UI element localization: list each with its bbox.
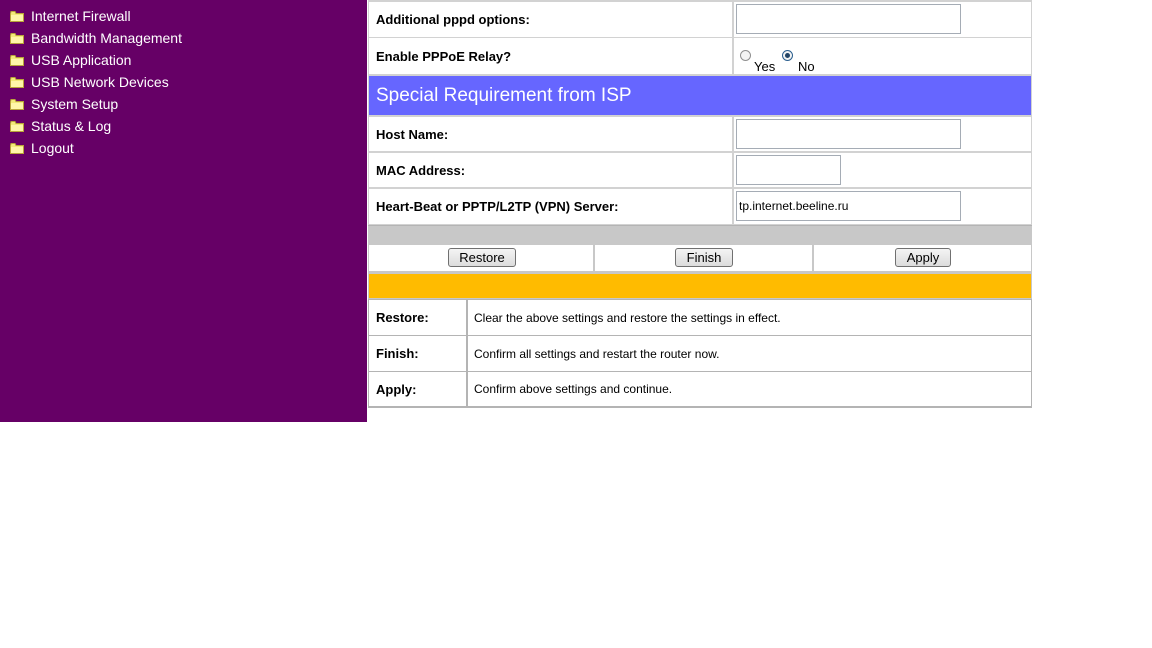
help-term: Finish: bbox=[369, 336, 466, 371]
pppd-options-row: Additional pppd options: bbox=[368, 0, 1032, 38]
sidebar-item-label: Logout bbox=[31, 140, 74, 156]
sidebar-item-logout[interactable]: Logout bbox=[10, 138, 74, 158]
divider-bar bbox=[368, 225, 1032, 244]
sidebar-item-usb-network-devices[interactable]: USB Network Devices bbox=[10, 72, 169, 92]
pppd-options-cell bbox=[734, 2, 1031, 37]
folder-icon bbox=[10, 10, 24, 22]
host-name-cell bbox=[734, 117, 1031, 151]
help-row: Finish: Confirm all settings and restart… bbox=[368, 335, 1032, 372]
vpn-server-row: Heart-Beat or PPTP/L2TP (VPN) Server: bbox=[368, 188, 1032, 225]
sidebar-item-label: Bandwidth Management bbox=[31, 30, 182, 46]
pppd-options-label: Additional pppd options: bbox=[369, 2, 732, 37]
sidebar-item-label: Internet Firewall bbox=[31, 8, 131, 24]
apply-button[interactable]: Apply bbox=[895, 248, 951, 267]
host-name-row: Host Name: bbox=[368, 116, 1032, 152]
mac-address-label: MAC Address: bbox=[369, 153, 732, 187]
pppoe-relay-no-radio[interactable] bbox=[782, 50, 793, 61]
sidebar-item-internet-firewall[interactable]: Internet Firewall bbox=[10, 6, 131, 26]
folder-icon bbox=[10, 98, 24, 110]
sidebar-item-label: Status & Log bbox=[31, 118, 112, 134]
vpn-server-label: Heart-Beat or PPTP/L2TP (VPN) Server: bbox=[369, 189, 732, 224]
isp-section-header: Special Requirement from ISP bbox=[368, 75, 1032, 116]
folder-icon bbox=[10, 120, 24, 132]
sidebar-item-label: System Setup bbox=[31, 96, 119, 112]
pppoe-relay-label: Enable PPPoE Relay? bbox=[369, 38, 732, 74]
help-term: Apply: bbox=[369, 372, 466, 406]
vpn-server-cell bbox=[734, 189, 1031, 224]
restore-button-cell: Restore bbox=[369, 245, 593, 271]
vpn-server-input[interactable] bbox=[736, 191, 961, 221]
sidebar-item-label: USB Network Devices bbox=[31, 74, 169, 90]
finish-button[interactable]: Finish bbox=[675, 248, 733, 267]
pppoe-relay-yes-radio[interactable] bbox=[740, 50, 751, 61]
help-term: Restore: bbox=[369, 300, 466, 335]
sidebar-item-bandwidth-management[interactable]: Bandwidth Management bbox=[10, 28, 182, 48]
host-name-label: Host Name: bbox=[369, 117, 732, 151]
help-row: Restore: Clear the above settings and re… bbox=[368, 299, 1032, 336]
help-description: Confirm all settings and restart the rou… bbox=[468, 336, 1031, 371]
folder-icon bbox=[10, 32, 24, 44]
pppoe-relay-yes-label: Yes bbox=[754, 59, 776, 74]
sidebar-item-usb-application[interactable]: USB Application bbox=[10, 50, 131, 70]
host-name-input[interactable] bbox=[736, 119, 961, 149]
sidebar-item-label: USB Application bbox=[31, 52, 132, 68]
button-row: Restore Finish Apply bbox=[368, 244, 1032, 273]
mac-address-input[interactable] bbox=[736, 155, 841, 185]
mac-address-cell bbox=[734, 153, 1031, 187]
pppoe-relay-row: Enable PPPoE Relay? Yes No bbox=[368, 38, 1032, 75]
pppd-options-input[interactable] bbox=[736, 4, 961, 34]
help-row: Apply: Confirm above settings and contin… bbox=[368, 371, 1032, 408]
help-description: Confirm above settings and continue. bbox=[468, 372, 1031, 406]
restore-button[interactable]: Restore bbox=[448, 248, 516, 267]
help-description: Clear the above settings and restore the… bbox=[468, 300, 1031, 335]
finish-button-cell: Finish bbox=[595, 245, 812, 271]
sidebar-item-status-log[interactable]: Status & Log bbox=[10, 116, 111, 136]
folder-icon bbox=[10, 76, 24, 88]
pppoe-relay-options: Yes No bbox=[734, 38, 1031, 74]
sidebar-menu: Internet Firewall Bandwidth Management U… bbox=[0, 0, 367, 422]
sidebar-item-system-setup[interactable]: System Setup bbox=[10, 94, 118, 114]
folder-icon bbox=[10, 54, 24, 66]
mac-address-row: MAC Address: bbox=[368, 152, 1032, 188]
folder-icon bbox=[10, 142, 24, 154]
help-header-bar bbox=[368, 273, 1032, 299]
pppoe-relay-no-label: No bbox=[798, 59, 815, 74]
apply-button-cell: Apply bbox=[814, 245, 1031, 271]
